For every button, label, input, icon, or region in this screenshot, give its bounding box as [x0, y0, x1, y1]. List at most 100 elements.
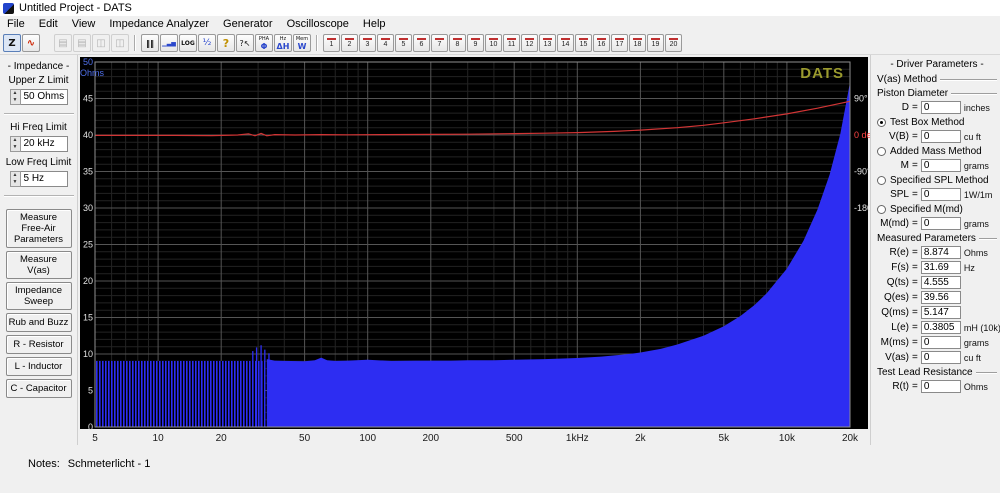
v-as-row-value[interactable]: 0 — [921, 351, 961, 364]
memory-slot-18-button[interactable]: 18 — [629, 34, 646, 52]
q-es-row-value[interactable]: 39.56 — [921, 291, 961, 304]
measure-free-air-parameters-button[interactable]: Measure Free-Air Parameters — [6, 209, 72, 248]
x-axis-tick-label: 1kHz — [566, 433, 589, 444]
phase-button[interactable]: PHAΦ — [255, 34, 273, 52]
half-octave-button[interactable]: ½ — [198, 34, 216, 52]
freq-units-button[interactable]: HzΔH — [274, 34, 292, 52]
log-scale-button[interactable]: LOG — [179, 34, 197, 52]
memory-slot-15-button[interactable]: 15 — [575, 34, 592, 52]
right-panel: - Driver Parameters -V(as) MethodPiston … — [870, 55, 1000, 445]
memory-slot-12-button[interactable]: 12 — [521, 34, 538, 52]
context-help-button[interactable]: ?↖ — [236, 34, 254, 52]
q-ts-row-value[interactable]: 4.555 — [921, 276, 961, 289]
hi-freq-limit-spinner-arrows[interactable]: ▲▼ — [10, 136, 21, 152]
memory-slot-number: 15 — [580, 41, 588, 48]
memory-slot-3-button[interactable]: 3 — [359, 34, 376, 52]
memory-slot-number: 20 — [670, 41, 678, 48]
low-freq-limit-spinner-arrows[interactable]: ▲▼ — [10, 171, 21, 187]
memory-slot-16-button[interactable]: 16 — [593, 34, 610, 52]
radio-icon[interactable] — [877, 176, 886, 185]
memory-slot-5-button[interactable]: 5 — [395, 34, 412, 52]
y-axis-tick-label: 10 — [83, 349, 93, 359]
impedance-z-button[interactable]: Z — [3, 34, 21, 52]
m-md-row-value[interactable]: 0 — [921, 217, 961, 230]
spl-row-unit: 1W/1m — [964, 190, 993, 200]
driver-parameters-header: - Driver Parameters - — [877, 58, 997, 71]
notes-text[interactable]: Schmeterlicht - 1 — [68, 458, 151, 493]
blue-bars-button[interactable]: ▁▃▅ — [160, 34, 178, 52]
v-as-row-unit: cu ft — [964, 353, 981, 363]
rub-and-buzz-button[interactable]: Rub and Buzz — [6, 313, 72, 332]
memory-slot-4-button[interactable]: 4 — [377, 34, 394, 52]
c-capacitor-button[interactable]: C - Capacitor — [6, 379, 72, 398]
memory-slot-14-button[interactable]: 14 — [557, 34, 574, 52]
l-e-row-value[interactable]: 0.3805 — [921, 321, 961, 334]
spin-up-icon[interactable]: ▲ — [11, 90, 20, 97]
menu-impedance-analyzer[interactable]: Impedance Analyzer — [102, 16, 216, 32]
menu-view[interactable]: View — [65, 16, 103, 32]
help-button[interactable]: ? — [217, 34, 235, 52]
v-b-row-value[interactable]: 0 — [921, 130, 961, 143]
menu-oscilloscope[interactable]: Oscilloscope — [280, 16, 356, 32]
added-mass-method-radio[interactable]: Added Mass Method — [877, 146, 997, 157]
memory-slot-6-button[interactable]: 6 — [413, 34, 430, 52]
upper-z-limit-spinner-arrows[interactable]: ▲▼ — [10, 89, 21, 105]
memory-slot-19-button[interactable]: 19 — [647, 34, 664, 52]
tool-disabled-2-button: ▤ — [73, 34, 91, 52]
l-inductor-button[interactable]: L - Inductor — [6, 357, 72, 376]
specified-m-md-radio[interactable]: Specified M(md) — [877, 204, 997, 215]
spin-down-icon[interactable]: ▼ — [11, 97, 20, 104]
v-as-row-label: V(as) — [877, 352, 909, 363]
spin-down-icon[interactable]: ▼ — [11, 179, 20, 186]
histogram-bars-button[interactable]: ‖‖ — [141, 34, 159, 52]
memory-slot-9-button[interactable]: 9 — [467, 34, 484, 52]
impedance-sweep-button[interactable]: Impedance Sweep — [6, 282, 72, 310]
memory-slot-number: 6 — [420, 41, 424, 48]
memory-slot-7-button[interactable]: 7 — [431, 34, 448, 52]
menu-edit[interactable]: Edit — [32, 16, 65, 32]
upper-z-limit-spinner-value[interactable]: 50 Ohms — [21, 89, 68, 105]
y-axis-tick-label: 0 — [88, 422, 93, 432]
measure-v-as-button[interactable]: Measure V(as) — [6, 251, 72, 279]
specified-spl-method-radio[interactable]: Specified SPL Method — [877, 175, 997, 186]
memory-slot-number: 11 — [508, 41, 515, 48]
equals-sign: = — [912, 352, 918, 363]
low-freq-limit-spinner-value[interactable]: 5 Hz — [21, 171, 68, 187]
memory-slot-1-button[interactable]: 1 — [323, 34, 340, 52]
r-resistor-button[interactable]: R - Resistor — [6, 335, 72, 354]
memory-slot-20-button[interactable]: 20 — [665, 34, 682, 52]
waveform-icon — [597, 38, 606, 40]
menu-help[interactable]: Help — [356, 16, 393, 32]
memory-slot-11-button[interactable]: 11 — [503, 34, 520, 52]
measured-parameters-header: Measured Parameters — [877, 233, 997, 244]
r-e-row-value[interactable]: 8.874 — [921, 246, 961, 259]
memory-slot-10-button[interactable]: 10 — [485, 34, 502, 52]
hi-freq-limit-spinner-value[interactable]: 20 kHz — [21, 136, 68, 152]
menu-generator[interactable]: Generator — [216, 16, 280, 32]
sine-wave-button[interactable]: ∿ — [22, 34, 40, 52]
q-ms-row-value[interactable]: 5.147 — [921, 306, 961, 319]
m-row-label: M — [877, 160, 909, 171]
memory-slot-17-button[interactable]: 17 — [611, 34, 628, 52]
spin-up-icon[interactable]: ▲ — [11, 172, 20, 179]
v-b-row-unit: cu ft — [964, 132, 981, 142]
tool-disabled-4-button: ◫ — [111, 34, 129, 52]
spl-row-value[interactable]: 0 — [921, 188, 961, 201]
memory-wave-button[interactable]: MemW — [293, 34, 311, 52]
radio-icon[interactable] — [877, 118, 886, 127]
d-row-value[interactable]: 0 — [921, 101, 961, 114]
memory-slot-8-button[interactable]: 8 — [449, 34, 466, 52]
memory-slot-2-button[interactable]: 2 — [341, 34, 358, 52]
m-row-value[interactable]: 0 — [921, 159, 961, 172]
m-ms-row-value[interactable]: 0 — [921, 336, 961, 349]
memory-slot-13-button[interactable]: 13 — [539, 34, 556, 52]
radio-icon[interactable] — [877, 147, 886, 156]
r-t-row-value[interactable]: 0 — [921, 380, 961, 393]
f-s-row-value[interactable]: 31.69 — [921, 261, 961, 274]
radio-icon[interactable] — [877, 205, 886, 214]
spin-down-icon[interactable]: ▼ — [11, 144, 20, 151]
menu-file[interactable]: File — [0, 16, 32, 32]
x-axis-tick-label: 20 — [216, 433, 228, 444]
test-box-method-radio[interactable]: Test Box Method — [877, 117, 997, 128]
spin-up-icon[interactable]: ▲ — [11, 137, 20, 144]
